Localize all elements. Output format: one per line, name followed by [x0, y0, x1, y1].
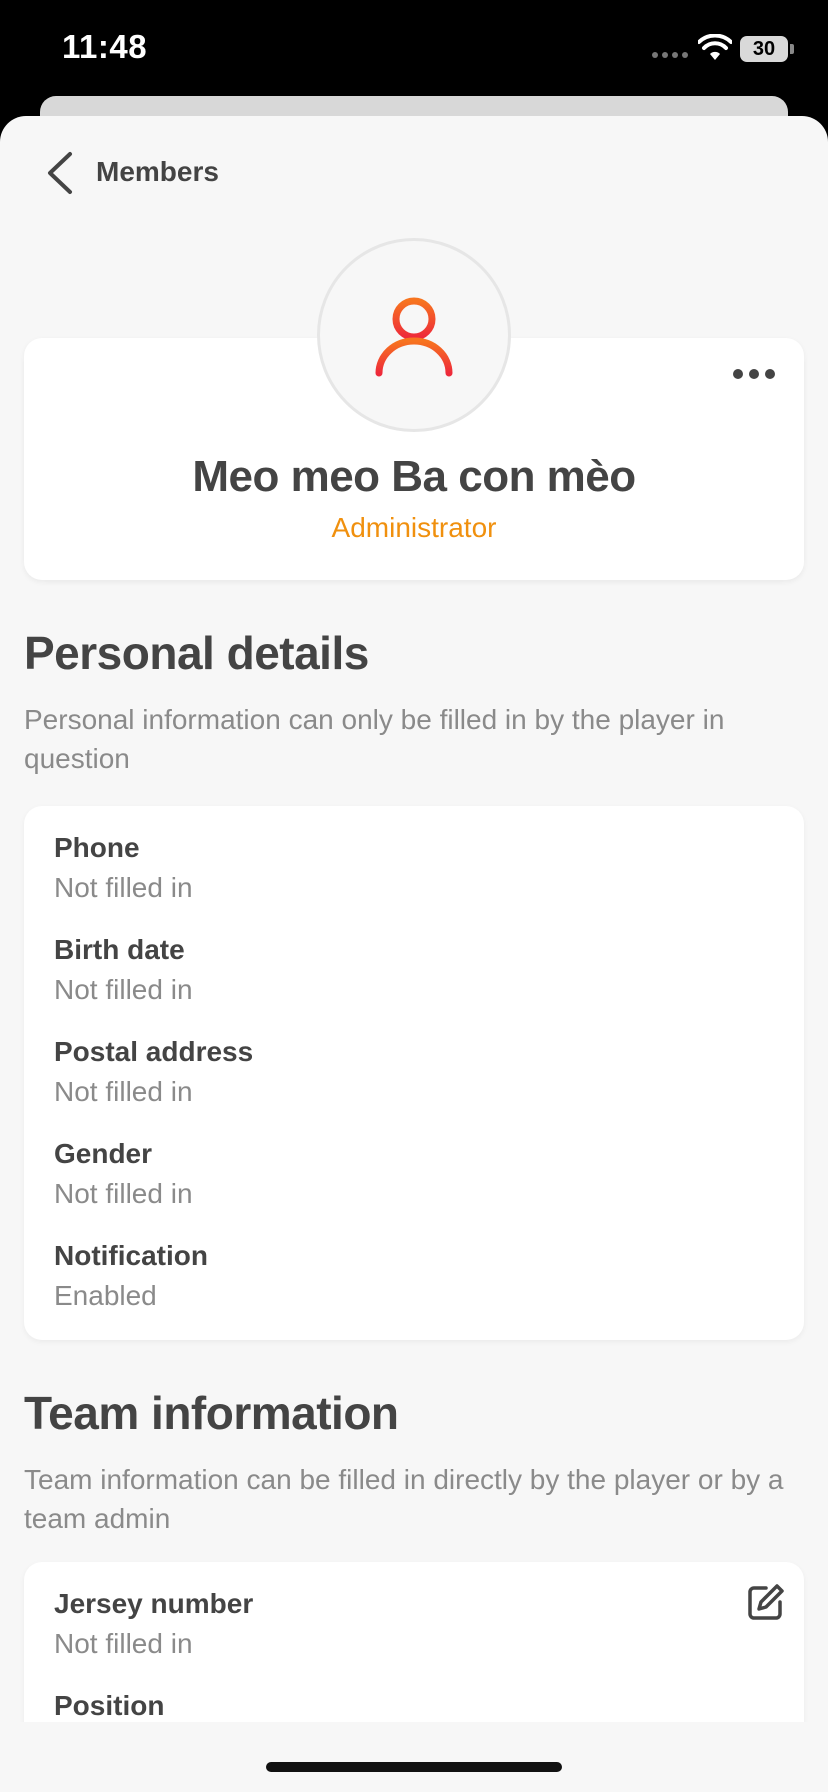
cellular-signal-icon: [652, 52, 688, 58]
field-label: Notification: [54, 1240, 208, 1271]
edit-icon[interactable]: [746, 1582, 786, 1622]
field-notification: Notification Enabled: [54, 1238, 208, 1314]
status-bar: 11:48 30: [0, 0, 828, 100]
personal-details-card: Phone Not filled in Birth date Not fille…: [24, 806, 804, 1340]
personal-details-description: Personal information can only be filled …: [24, 704, 725, 774]
member-name: Meo meo Ba con mèo: [192, 452, 636, 501]
field-value: Enabled: [54, 1280, 157, 1311]
member-role: Administrator: [331, 512, 497, 543]
status-time: 11:48: [62, 28, 148, 65]
wifi-icon: [698, 34, 732, 60]
home-indicator[interactable]: [266, 1762, 562, 1772]
nav-bar: Members: [0, 116, 828, 226]
field-label: Postal address: [54, 1036, 254, 1067]
team-information-title: Team information: [24, 1387, 399, 1439]
chevron-left-icon[interactable]: [40, 150, 80, 196]
battery-nub: [790, 44, 794, 54]
avatar: [317, 238, 511, 432]
field-label: Jersey number: [54, 1588, 254, 1619]
personal-details-title: Personal details: [24, 627, 369, 679]
field-value: Not filled in: [54, 872, 193, 903]
field-label: Phone: [54, 832, 140, 863]
field-label: Birth date: [54, 934, 185, 965]
more-options-icon[interactable]: [730, 364, 778, 384]
field-label: Gender: [54, 1138, 153, 1169]
field-value: Not filled in: [54, 974, 193, 1005]
back-button-label[interactable]: Members: [96, 156, 219, 188]
field-birth-date: Birth date Not filled in: [54, 932, 193, 1008]
field-label: Position: [54, 1690, 165, 1721]
team-information-description: Team information can be filled in direct…: [24, 1464, 784, 1534]
member-detail-sheet: Members Meo meo Ba con mèo Administrator…: [0, 116, 828, 1792]
field-value: Not filled in: [54, 1076, 193, 1107]
field-value: Not filled in: [54, 1628, 193, 1659]
bottom-safe-area: [0, 1722, 828, 1792]
battery-icon: 30: [740, 36, 788, 62]
field-gender: Gender Not filled in: [54, 1136, 193, 1212]
field-phone: Phone Not filled in: [54, 830, 193, 906]
field-postal-address: Postal address Not filled in: [54, 1034, 253, 1110]
field-value: Not filled in: [54, 1178, 193, 1209]
user-icon: [375, 297, 453, 377]
field-jersey-number: Jersey number Not filled in: [54, 1586, 253, 1662]
